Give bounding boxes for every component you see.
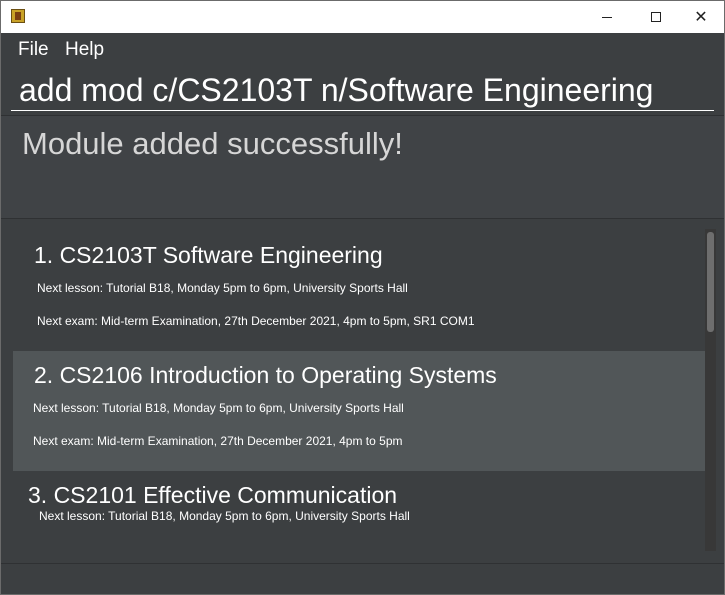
module-next-exam: Next exam: Mid-term Examination, 27th De… [37, 314, 475, 328]
result-display: Module added successfully! [1, 115, 724, 219]
module-list-panel: 1. CS2103T Software Engineering Next les… [1, 219, 724, 563]
list-scrollbar[interactable] [705, 229, 716, 551]
module-card-1[interactable]: 1. CS2103T Software Engineering Next les… [13, 229, 705, 351]
menu-bar: File Help [1, 33, 724, 67]
maximize-icon [651, 12, 661, 22]
scrollbar-thumb[interactable] [707, 232, 714, 332]
result-message: Module added successfully! [22, 126, 403, 161]
module-card-3[interactable]: 3. CS2101 Effective Communication Next l… [13, 471, 705, 551]
command-input[interactable] [11, 71, 714, 111]
menu-help[interactable]: Help [65, 39, 104, 61]
module-title: 1. CS2103T Software Engineering [34, 242, 383, 268]
module-next-exam: Next exam: Mid-term Examination, 27th De… [33, 434, 403, 448]
menu-file[interactable]: File [18, 39, 49, 61]
module-next-lesson: Next lesson: Tutorial B18, Monday 5pm to… [39, 509, 410, 523]
module-title: 3. CS2101 Effective Communication [28, 482, 398, 508]
minimize-button[interactable] [584, 1, 630, 33]
close-icon: ✕ [694, 7, 708, 26]
app-window: ✕ File Help Module added successfully! 1… [0, 0, 725, 595]
minimize-icon [602, 16, 612, 18]
module-next-lesson: Next lesson: Tutorial B18, Monday 5pm to… [37, 281, 408, 295]
command-box [11, 71, 716, 113]
title-bar: ✕ [1, 1, 724, 33]
maximize-button[interactable] [633, 1, 679, 33]
module-next-lesson: Next lesson: Tutorial B18, Monday 5pm to… [33, 401, 404, 415]
module-title: 2. CS2106 Introduction to Operating Syst… [34, 362, 497, 388]
module-list[interactable]: 1. CS2103T Software Engineering Next les… [13, 229, 716, 551]
app-icon [11, 9, 25, 23]
status-bar [1, 563, 724, 594]
module-card-2[interactable]: 2. CS2106 Introduction to Operating Syst… [13, 351, 705, 471]
close-button[interactable]: ✕ [678, 1, 724, 33]
